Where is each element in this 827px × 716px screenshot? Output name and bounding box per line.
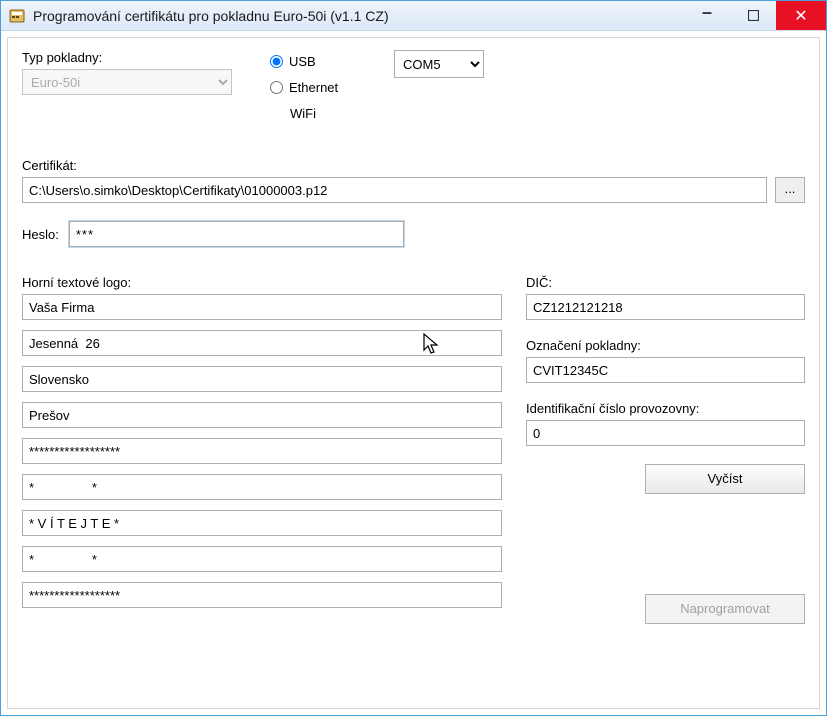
- id-provozovny-label: Identifikační číslo provozovny:: [526, 401, 805, 416]
- certifikat-label: Certifikát:: [22, 158, 805, 173]
- logo-line-2[interactable]: [22, 330, 502, 356]
- radio-wifi-label: WiFi: [290, 106, 316, 121]
- logo-label: Horní textové logo:: [22, 275, 502, 290]
- oznaceni-label: Označení pokladny:: [526, 338, 805, 353]
- app-icon: [9, 8, 25, 24]
- logo-line-1[interactable]: [22, 294, 502, 320]
- radio-usb[interactable]: [270, 55, 283, 68]
- titlebar: Programování certifikátu pro pokladnu Eu…: [1, 1, 826, 31]
- heslo-input[interactable]: [69, 221, 404, 247]
- radio-ethernet[interactable]: [270, 81, 283, 94]
- close-button[interactable]: ✕: [776, 1, 826, 30]
- naprogramovat-button[interactable]: Naprogramovat: [645, 594, 805, 624]
- logo-line-7[interactable]: [22, 510, 502, 536]
- radio-usb-label: USB: [289, 54, 316, 69]
- heslo-label: Heslo:: [22, 227, 59, 242]
- radio-ethernet-label: Ethernet: [289, 80, 338, 95]
- vycist-button[interactable]: Vyčíst: [645, 464, 805, 494]
- window-title: Programování certifikátu pro pokladnu Eu…: [33, 8, 684, 24]
- dic-input[interactable]: [526, 294, 805, 320]
- certifikat-path[interactable]: [22, 177, 767, 203]
- browse-button[interactable]: ...: [775, 177, 805, 203]
- logo-line-4[interactable]: [22, 402, 502, 428]
- maximize-button[interactable]: [730, 1, 776, 30]
- logo-line-3[interactable]: [22, 366, 502, 392]
- type-label: Typ pokladny:: [22, 50, 262, 65]
- dic-label: DIČ:: [526, 275, 805, 290]
- logo-line-8[interactable]: [22, 546, 502, 572]
- oznaceni-input[interactable]: [526, 357, 805, 383]
- type-select[interactable]: Euro-50i: [22, 69, 232, 95]
- id-provozovny-input[interactable]: [526, 420, 805, 446]
- com-port-select[interactable]: COM5: [394, 50, 484, 78]
- logo-line-6[interactable]: [22, 474, 502, 500]
- minimize-button[interactable]: –: [684, 0, 730, 27]
- logo-line-9[interactable]: [22, 582, 502, 608]
- logo-line-5[interactable]: [22, 438, 502, 464]
